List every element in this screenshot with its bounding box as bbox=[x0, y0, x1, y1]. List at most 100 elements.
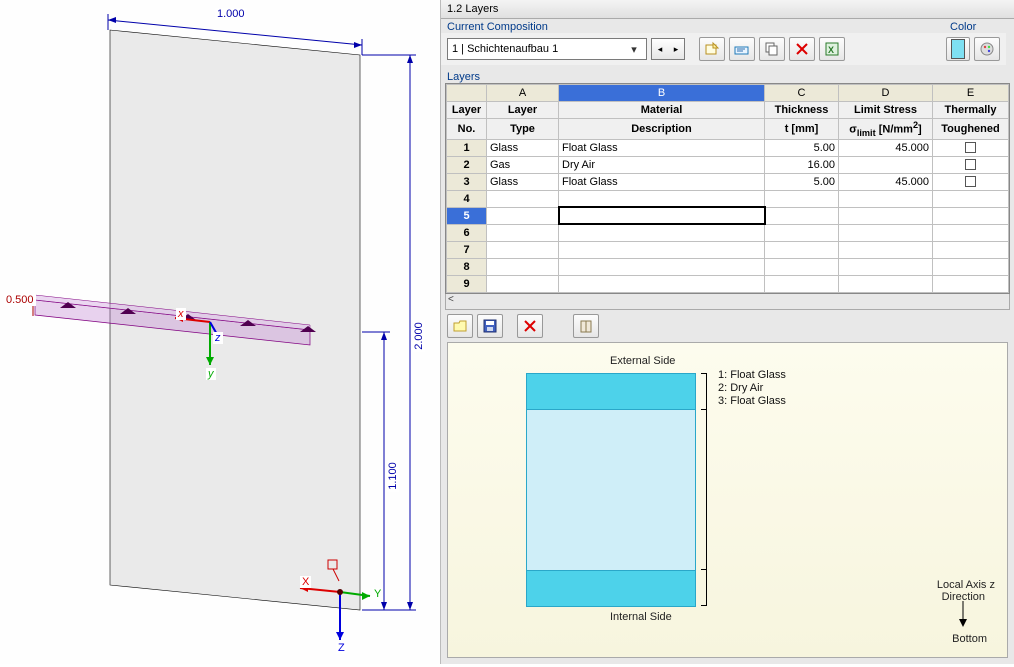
cell-type[interactable] bbox=[487, 190, 559, 207]
open-layer-button[interactable] bbox=[447, 314, 473, 338]
composition-value: 1 | Schichtenaufbau 1 bbox=[452, 43, 626, 55]
cell-material[interactable]: Float Glass bbox=[559, 173, 765, 190]
external-side-label: External Side bbox=[610, 355, 675, 367]
cell-thickness[interactable]: 5.00 bbox=[765, 139, 839, 156]
table-row[interactable]: 2GasDry Air16.00 bbox=[447, 156, 1009, 173]
row-number[interactable]: 3 bbox=[447, 173, 487, 190]
table-row[interactable]: 1GlassFloat Glass5.0045.000 bbox=[447, 139, 1009, 156]
col-C[interactable]: C bbox=[765, 85, 839, 102]
palette-icon bbox=[979, 41, 995, 57]
cell-toughened[interactable] bbox=[933, 224, 1009, 241]
cell-material[interactable] bbox=[559, 207, 765, 224]
composition-combo[interactable]: 1 | Schichtenaufbau 1 ▾ bbox=[447, 38, 647, 60]
table-row[interactable]: 8 bbox=[447, 258, 1009, 275]
cell-sigma[interactable] bbox=[839, 241, 933, 258]
table-row[interactable]: 9 bbox=[447, 275, 1009, 292]
cell-sigma[interactable] bbox=[839, 275, 933, 292]
cell-material[interactable] bbox=[559, 275, 765, 292]
table-row[interactable]: 3GlassFloat Glass5.0045.000 bbox=[447, 173, 1009, 190]
checkbox-icon[interactable] bbox=[965, 159, 976, 170]
col-D[interactable]: D bbox=[839, 85, 933, 102]
layers-bracket bbox=[706, 373, 707, 606]
checkbox-icon[interactable] bbox=[965, 176, 976, 187]
cell-toughened[interactable] bbox=[933, 156, 1009, 173]
table-row[interactable]: 5 bbox=[447, 207, 1009, 224]
hdr-A2: Type bbox=[487, 119, 559, 140]
col-A[interactable]: A bbox=[487, 85, 559, 102]
cell-toughened[interactable] bbox=[933, 173, 1009, 190]
cell-material[interactable] bbox=[559, 241, 765, 258]
row-number[interactable]: 1 bbox=[447, 139, 487, 156]
cell-material[interactable] bbox=[559, 190, 765, 207]
row-number[interactable]: 8 bbox=[447, 258, 487, 275]
cell-sigma[interactable] bbox=[839, 207, 933, 224]
cell-type[interactable]: Glass bbox=[487, 139, 559, 156]
cell-sigma[interactable] bbox=[839, 156, 933, 173]
axis-X: X bbox=[300, 576, 311, 588]
cell-type[interactable] bbox=[487, 241, 559, 258]
cell-toughened[interactable] bbox=[933, 275, 1009, 292]
delete-composition-button[interactable] bbox=[789, 37, 815, 61]
glass-stack bbox=[526, 373, 696, 607]
cell-sigma[interactable] bbox=[839, 190, 933, 207]
rename-composition-button[interactable] bbox=[729, 37, 755, 61]
cell-thickness[interactable]: 16.00 bbox=[765, 156, 839, 173]
cell-type[interactable] bbox=[487, 224, 559, 241]
cell-material[interactable] bbox=[559, 258, 765, 275]
cell-type[interactable] bbox=[487, 207, 559, 224]
cell-toughened[interactable] bbox=[933, 258, 1009, 275]
cell-sigma[interactable]: 45.000 bbox=[839, 139, 933, 156]
table-row[interactable]: 6 bbox=[447, 224, 1009, 241]
save-layer-button[interactable] bbox=[477, 314, 503, 338]
prev-button[interactable]: ◂ bbox=[652, 39, 668, 59]
color-picker-button[interactable] bbox=[946, 37, 970, 61]
delete-layer-button[interactable] bbox=[517, 314, 543, 338]
cell-toughened[interactable] bbox=[933, 139, 1009, 156]
cell-thickness[interactable] bbox=[765, 258, 839, 275]
table-row[interactable]: 4 bbox=[447, 190, 1009, 207]
cell-material[interactable]: Dry Air bbox=[559, 156, 765, 173]
arrow-down-icon bbox=[957, 601, 969, 627]
table-row[interactable]: 7 bbox=[447, 241, 1009, 258]
new-composition-button[interactable] bbox=[699, 37, 725, 61]
row-number[interactable]: 5 bbox=[447, 207, 487, 224]
hdr-C2: t [mm] bbox=[765, 119, 839, 140]
checkbox-icon[interactable] bbox=[965, 142, 976, 153]
cell-toughened[interactable] bbox=[933, 241, 1009, 258]
cell-sigma[interactable] bbox=[839, 224, 933, 241]
layers-grid[interactable]: A B C D E Layer Layer Material Thickness… bbox=[445, 83, 1010, 294]
cell-material[interactable]: Float Glass bbox=[559, 139, 765, 156]
col-B[interactable]: B bbox=[559, 85, 765, 102]
cell-sigma[interactable] bbox=[839, 258, 933, 275]
cell-thickness[interactable] bbox=[765, 190, 839, 207]
grid-hscroll[interactable] bbox=[445, 294, 1010, 310]
cell-type[interactable] bbox=[487, 275, 559, 292]
color-settings-button[interactable] bbox=[974, 37, 1000, 61]
cell-thickness[interactable] bbox=[765, 241, 839, 258]
composition-stepper[interactable]: ◂ ▸ bbox=[651, 38, 685, 60]
cell-type[interactable]: Glass bbox=[487, 173, 559, 190]
row-number[interactable]: 9 bbox=[447, 275, 487, 292]
cell-thickness[interactable] bbox=[765, 207, 839, 224]
model-viewport[interactable]: 1.000 2.000 1.100 0.500 x y z X Y Z bbox=[0, 0, 440, 664]
layer-3-glass bbox=[527, 570, 695, 606]
cell-thickness[interactable] bbox=[765, 275, 839, 292]
cell-toughened[interactable] bbox=[933, 207, 1009, 224]
cell-sigma[interactable]: 45.000 bbox=[839, 173, 933, 190]
row-number[interactable]: 6 bbox=[447, 224, 487, 241]
cell-toughened[interactable] bbox=[933, 190, 1009, 207]
row-number[interactable]: 2 bbox=[447, 156, 487, 173]
library-button[interactable] bbox=[573, 314, 599, 338]
copy-composition-button[interactable] bbox=[759, 37, 785, 61]
cell-type[interactable]: Gas bbox=[487, 156, 559, 173]
cell-thickness[interactable]: 5.00 bbox=[765, 173, 839, 190]
next-button[interactable]: ▸ bbox=[668, 39, 684, 59]
open-icon bbox=[452, 318, 468, 334]
row-number[interactable]: 7 bbox=[447, 241, 487, 258]
cell-thickness[interactable] bbox=[765, 224, 839, 241]
cell-type[interactable] bbox=[487, 258, 559, 275]
export-excel-button[interactable]: X bbox=[819, 37, 845, 61]
col-E[interactable]: E bbox=[933, 85, 1009, 102]
cell-material[interactable] bbox=[559, 224, 765, 241]
row-number[interactable]: 4 bbox=[447, 190, 487, 207]
